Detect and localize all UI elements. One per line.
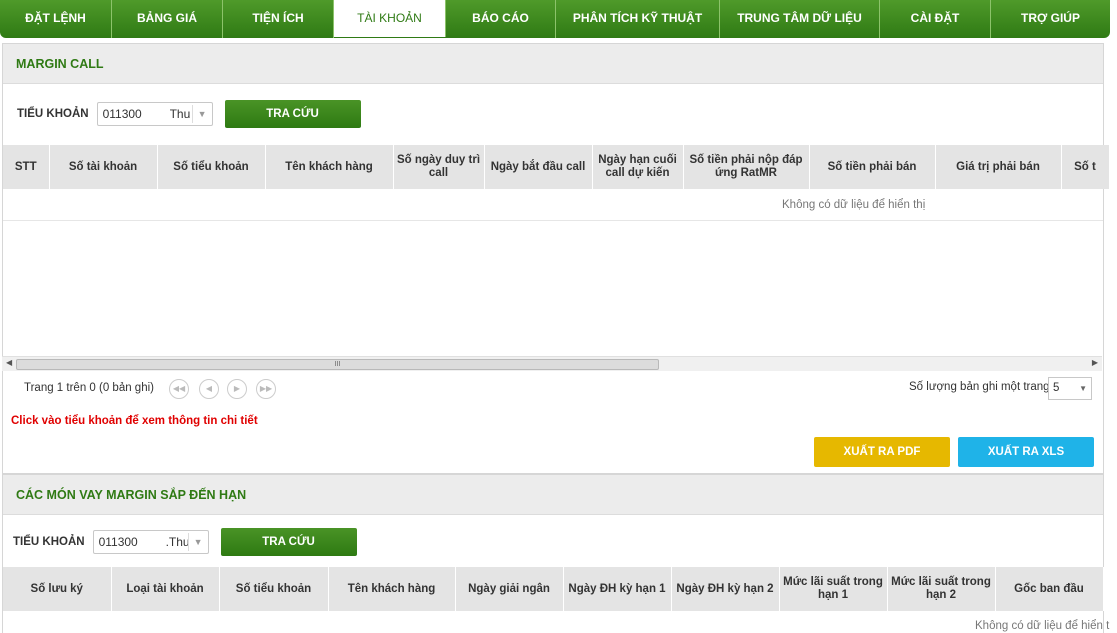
col-call-deadline[interactable]: Ngày hạn cuối call dự kiến — [592, 145, 684, 189]
col-principal[interactable]: Gốc ban đầu — [995, 567, 1104, 611]
horizontal-scrollbar[interactable]: ◀ III ▶ — [2, 356, 1102, 371]
nav-dat-lenh[interactable]: ĐẶT LỆNH — [0, 0, 112, 38]
subaccount-value: 011300 — [98, 535, 138, 549]
col-customer-name[interactable]: Tên khách hàng — [328, 567, 456, 611]
empty-message: Không có dữ liệu để hiển t — [975, 620, 1110, 632]
col-custody-no[interactable]: Số lưu ký — [3, 567, 112, 611]
margin-call-panel: MARGIN CALL TIỂU KHOẢN 011300 Thu ▼ TRA … — [2, 43, 1110, 474]
subaccount-label: TIỂU KHOẢN — [17, 108, 89, 120]
next-page-icon[interactable]: ▶ — [227, 379, 247, 399]
nav-bao-cao[interactable]: BÁO CÁO — [446, 0, 556, 38]
scroll-thumb[interactable]: III — [16, 359, 659, 370]
scroll-right-icon[interactable]: ▶ — [1092, 358, 1098, 367]
subaccount-name: .Thu — [165, 535, 188, 549]
col-stt[interactable]: STT — [3, 145, 50, 189]
subaccount-select[interactable]: 011300 Thu ▼ — [96, 102, 213, 126]
col-account-no[interactable]: Số tài khoản — [49, 145, 158, 189]
subaccount-label: TIỂU KHOẢN — [13, 536, 85, 548]
search-button[interactable]: TRA CỨU — [224, 100, 361, 128]
top-nav: ĐẶT LỆNH BẢNG GIÁ TIỆN ÍCH TÀI KHOẢN BÁO… — [0, 0, 1110, 38]
col-call-days[interactable]: Số ngày duy trì call — [393, 145, 485, 189]
export-pdf-button[interactable]: XUẤT RA PDF — [814, 437, 950, 467]
col-call-start[interactable]: Ngày bắt đầu call — [484, 145, 593, 189]
subaccount-select[interactable]: 011300 .Thu ▼ — [92, 530, 209, 554]
chevron-down-icon[interactable]: ▼ — [191, 105, 212, 123]
per-page-label: Số lượng bản ghi một trang — [909, 381, 1050, 393]
pager-summary: Trang 1 trên 0 (0 bản ghi) — [24, 382, 154, 394]
per-page-value: 5 — [1053, 382, 1060, 394]
col-account-type[interactable]: Loại tài khoản — [111, 567, 220, 611]
empty-row: Không có dữ liệu để hiển t — [3, 612, 1109, 633]
export-xls-button[interactable]: XUẤT RA XLS — [958, 437, 1094, 467]
nav-tro-giup[interactable]: TRỢ GIÚP — [991, 0, 1110, 38]
col-amount-to-sell[interactable]: Số tiền phải bán — [809, 145, 936, 189]
col-disbursement-date[interactable]: Ngày giải ngân — [455, 567, 564, 611]
prev-page-icon[interactable]: ◀ — [199, 379, 219, 399]
subaccount-name: Thu — [169, 107, 191, 121]
margin-call-title: MARGIN CALL — [3, 44, 1103, 84]
margin-loans-filter: TIỂU KHOẢN 011300 .Thu ▼ TRA CỨU — [13, 528, 357, 556]
nav-bang-gia[interactable]: BẢNG GIÁ — [112, 0, 223, 38]
col-customer-name[interactable]: Tên khách hàng — [265, 145, 394, 189]
col-rate-1[interactable]: Mức lãi suất trong hạn 1 — [779, 567, 888, 611]
detail-hint: Click vào tiểu khoản để xem thông tin ch… — [11, 415, 258, 427]
margin-loans-table-header: Số lưu ký Loại tài khoản Số tiểu khoản T… — [3, 567, 1104, 611]
col-subaccount-no[interactable]: Số tiểu khoản — [157, 145, 266, 189]
col-amount-due[interactable]: Số tiền phải nộp đáp ứng RatMR — [683, 145, 810, 189]
chevron-down-icon[interactable]: ▼ — [187, 533, 208, 551]
col-rate-2[interactable]: Mức lãi suất trong hạn 2 — [887, 567, 996, 611]
margin-call-table-header: STT Số tài khoản Số tiểu khoản Tên khách… — [3, 145, 1110, 189]
nav-cai-dat[interactable]: CÀI ĐẶT — [880, 0, 991, 38]
per-page-select[interactable]: 5 ▼ — [1048, 377, 1092, 400]
nav-trung-tam-du-lieu[interactable]: TRUNG TÂM DỮ LIỆU — [720, 0, 880, 38]
chevron-down-icon: ▼ — [1079, 384, 1087, 393]
nav-phan-tich-ky-thuat[interactable]: PHÂN TÍCH KỸ THUẬT — [556, 0, 720, 38]
col-due-date-1[interactable]: Ngày ĐH kỳ hạn 1 — [563, 567, 672, 611]
subaccount-value: 011300 — [102, 107, 142, 121]
empty-message: Không có dữ liệu để hiển thị — [782, 199, 926, 211]
first-page-icon[interactable]: ◀◀ — [169, 379, 189, 399]
nav-tien-ich[interactable]: TIỆN ÍCH — [223, 0, 334, 38]
scroll-left-icon[interactable]: ◀ — [6, 358, 12, 367]
margin-loans-panel: CÁC MÓN VAY MARGIN SẮP ĐẾN HẠN TIỂU KHOẢ… — [2, 474, 1109, 633]
margin-loans-title: CÁC MÓN VAY MARGIN SẮP ĐẾN HẠN — [3, 475, 1103, 515]
empty-row: Không có dữ liệu để hiển thị — [3, 190, 1103, 221]
col-value-to-sell[interactable]: Giá trị phải bán — [935, 145, 1062, 189]
last-page-icon[interactable]: ▶▶ — [256, 379, 276, 399]
col-subaccount-no[interactable]: Số tiểu khoản — [219, 567, 329, 611]
margin-call-filter: TIỂU KHOẢN 011300 Thu ▼ TRA CỨU — [17, 100, 361, 128]
col-truncated[interactable]: Số t — [1061, 145, 1110, 189]
nav-tai-khoan[interactable]: TÀI KHOẢN — [334, 0, 446, 37]
col-due-date-2[interactable]: Ngày ĐH kỳ hạn 2 — [671, 567, 780, 611]
search-button[interactable]: TRA CỨU — [220, 528, 357, 556]
